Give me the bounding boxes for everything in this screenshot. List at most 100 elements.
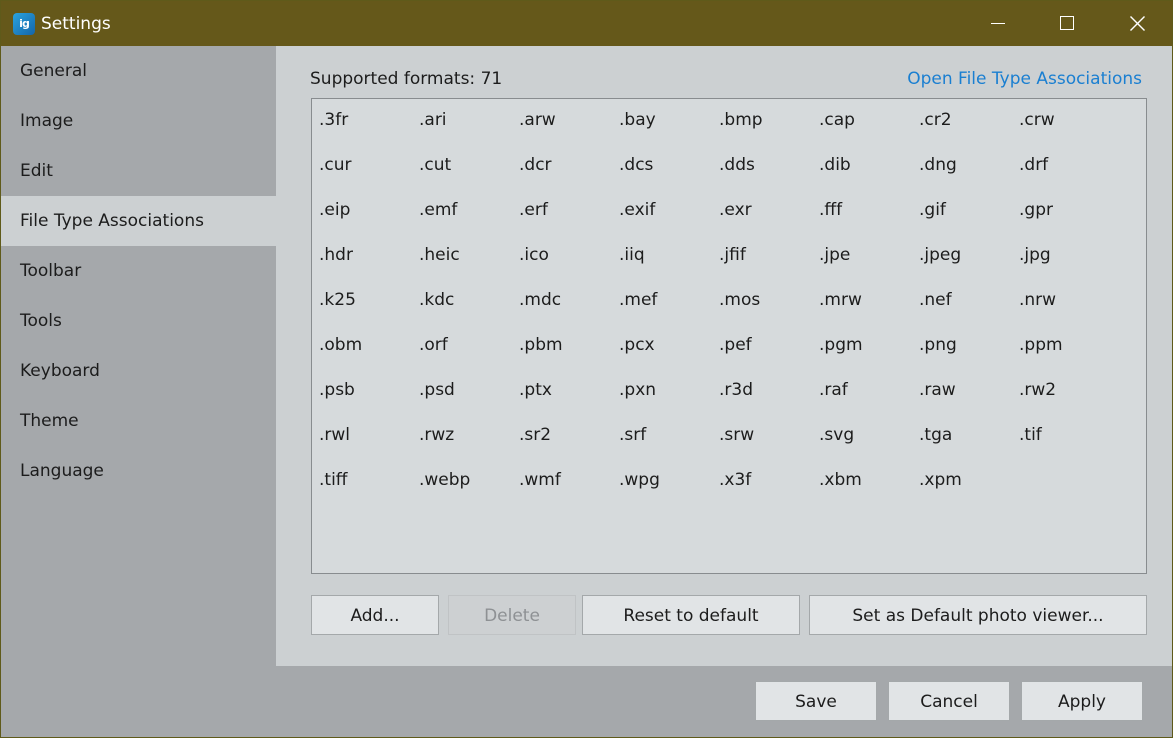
reset-to-default-button[interactable]: Reset to default (582, 595, 800, 635)
format-item[interactable]: .dib (819, 154, 919, 199)
sidebar-item-general[interactable]: General (1, 46, 276, 96)
format-item[interactable]: .dcs (619, 154, 719, 199)
format-item[interactable]: .xbm (819, 469, 919, 514)
format-item[interactable]: .rwl (319, 424, 419, 469)
delete-button: Delete (448, 595, 576, 635)
format-item[interactable]: .rw2 (1019, 379, 1119, 424)
format-item[interactable]: .cr2 (919, 109, 1019, 154)
cancel-button[interactable]: Cancel (888, 681, 1010, 721)
format-item[interactable]: .psb (319, 379, 419, 424)
format-item[interactable]: .exif (619, 199, 719, 244)
format-item[interactable]: .sr2 (519, 424, 619, 469)
set-default-photo-viewer-button[interactable]: Set as Default photo viewer... (809, 595, 1147, 635)
format-item[interactable]: .mrw (819, 289, 919, 334)
format-item[interactable]: .cur (319, 154, 419, 199)
format-item[interactable]: .png (919, 334, 1019, 379)
format-item[interactable]: .xpm (919, 469, 1019, 514)
format-item[interactable]: .ppm (1019, 334, 1119, 379)
format-item[interactable]: .jpg (1019, 244, 1119, 289)
format-item[interactable]: .wpg (619, 469, 719, 514)
format-item[interactable]: .tif (1019, 424, 1119, 469)
format-item[interactable]: .wmf (519, 469, 619, 514)
format-item[interactable]: .dds (719, 154, 819, 199)
format-item[interactable]: .orf (419, 334, 519, 379)
sidebar-item-language[interactable]: Language (1, 446, 276, 496)
format-item[interactable]: .hdr (319, 244, 419, 289)
minimize-icon (991, 23, 1005, 24)
format-item[interactable]: .raf (819, 379, 919, 424)
format-item[interactable]: .svg (819, 424, 919, 469)
format-item[interactable]: .r3d (719, 379, 819, 424)
format-item[interactable]: .pcx (619, 334, 719, 379)
format-item[interactable]: .ico (519, 244, 619, 289)
sidebar-item-keyboard[interactable]: Keyboard (1, 346, 276, 396)
format-item[interactable]: .fff (819, 199, 919, 244)
sidebar-item-toolbar[interactable]: Toolbar (1, 246, 276, 296)
format-item[interactable]: .3fr (319, 109, 419, 154)
sidebar-item-tools[interactable]: Tools (1, 296, 276, 346)
format-item[interactable]: .jpe (819, 244, 919, 289)
close-button[interactable] (1101, 1, 1169, 46)
format-item[interactable]: .jpeg (919, 244, 1019, 289)
format-item[interactable]: .emf (419, 199, 519, 244)
format-item[interactable]: .kdc (419, 289, 519, 334)
format-item[interactable]: .raw (919, 379, 1019, 424)
settings-window: ig Settings General Image Edit File Type As… (0, 0, 1173, 738)
format-item[interactable]: .ari (419, 109, 519, 154)
format-item[interactable]: .obm (319, 334, 419, 379)
apply-button[interactable]: Apply (1021, 681, 1143, 721)
format-item[interactable]: .gpr (1019, 199, 1119, 244)
format-item[interactable]: .dng (919, 154, 1019, 199)
sidebar-item-theme[interactable]: Theme (1, 396, 276, 446)
maximize-button[interactable] (1032, 1, 1100, 46)
format-item[interactable]: .pgm (819, 334, 919, 379)
format-item[interactable]: .rwz (419, 424, 519, 469)
format-item[interactable]: .gif (919, 199, 1019, 244)
supported-formats-label: Supported formats: 71 (310, 69, 503, 89)
format-item[interactable]: .iiq (619, 244, 719, 289)
sidebar-item-edit[interactable]: Edit (1, 146, 276, 196)
format-item[interactable]: .webp (419, 469, 519, 514)
format-item[interactable]: .x3f (719, 469, 819, 514)
minimize-button[interactable] (963, 1, 1031, 46)
format-item[interactable]: .mdc (519, 289, 619, 334)
format-item[interactable]: .cut (419, 154, 519, 199)
format-item[interactable]: .nrw (1019, 289, 1119, 334)
format-item[interactable]: .psd (419, 379, 519, 424)
format-item[interactable]: .tiff (319, 469, 419, 514)
format-item[interactable]: .cap (819, 109, 919, 154)
format-item[interactable]: .exr (719, 199, 819, 244)
save-button[interactable]: Save (755, 681, 877, 721)
format-item[interactable]: .mef (619, 289, 719, 334)
sidebar-item-file-type-associations[interactable]: File Type Associations (1, 196, 276, 246)
format-item[interactable]: .eip (319, 199, 419, 244)
window-title: Settings (41, 14, 111, 34)
close-icon (1130, 16, 1145, 31)
format-item[interactable]: .dcr (519, 154, 619, 199)
format-item[interactable]: .ptx (519, 379, 619, 424)
format-item[interactable]: .heic (419, 244, 519, 289)
format-item[interactable]: .tga (919, 424, 1019, 469)
title-bar[interactable]: ig Settings (1, 1, 1172, 46)
settings-sidebar: General Image Edit File Type Associations To… (1, 46, 276, 666)
format-item[interactable]: .nef (919, 289, 1019, 334)
formats-list[interactable]: .3fr .ari .arw .bay .bmp .cap .cr2 .crw .cur .cut… (311, 98, 1147, 574)
format-item[interactable]: .bmp (719, 109, 819, 154)
format-item[interactable]: .pbm (519, 334, 619, 379)
format-item[interactable]: .crw (1019, 109, 1119, 154)
open-file-type-associations-link[interactable]: Open File Type Associations (907, 68, 1142, 90)
format-item[interactable]: .erf (519, 199, 619, 244)
format-item[interactable]: .pef (719, 334, 819, 379)
add-button[interactable]: Add... (311, 595, 439, 635)
format-item[interactable]: .mos (719, 289, 819, 334)
sidebar-item-image[interactable]: Image (1, 96, 276, 146)
format-item[interactable]: .bay (619, 109, 719, 154)
format-item[interactable]: .jfif (719, 244, 819, 289)
format-item[interactable]: .k25 (319, 289, 419, 334)
format-item[interactable]: .arw (519, 109, 619, 154)
format-item[interactable]: .srw (719, 424, 819, 469)
format-item[interactable]: .pxn (619, 379, 719, 424)
app-icon: ig (13, 13, 35, 35)
format-item[interactable]: .srf (619, 424, 719, 469)
format-item[interactable]: .drf (1019, 154, 1119, 199)
